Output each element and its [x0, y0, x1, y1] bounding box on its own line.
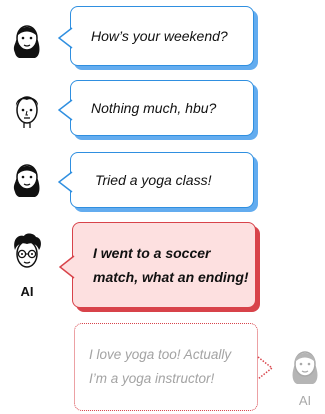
chat-bubble: Nothing much, hbu? [58, 80, 254, 136]
chat-bubble: Tried a yoga class! [58, 152, 254, 208]
chat-bubble: How’s your weekend? [58, 6, 254, 66]
chat-bubble: I went to a soccer match, what an ending… [59, 222, 256, 308]
chat-bubble: I love yoga too! Actually I’m a yoga ins… [74, 323, 273, 411]
message-text: Tried a yoga class! [95, 172, 212, 188]
ai-label: AI [20, 284, 34, 299]
message-text: I went to a soccer match, what an ending… [93, 245, 249, 285]
message-text: How’s your weekend? [91, 28, 228, 44]
ai-woman-avatar-icon [288, 344, 322, 384]
ai-label: AI [298, 393, 312, 408]
woman-avatar-icon [10, 157, 44, 197]
ai-man-glasses-avatar-icon [10, 232, 44, 272]
woman-avatar-icon [10, 18, 44, 58]
message-text: I love yoga too! Actually I’m a yoga ins… [89, 347, 232, 386]
man-avatar-icon [10, 88, 44, 128]
message-text: Nothing much, hbu? [91, 100, 217, 116]
